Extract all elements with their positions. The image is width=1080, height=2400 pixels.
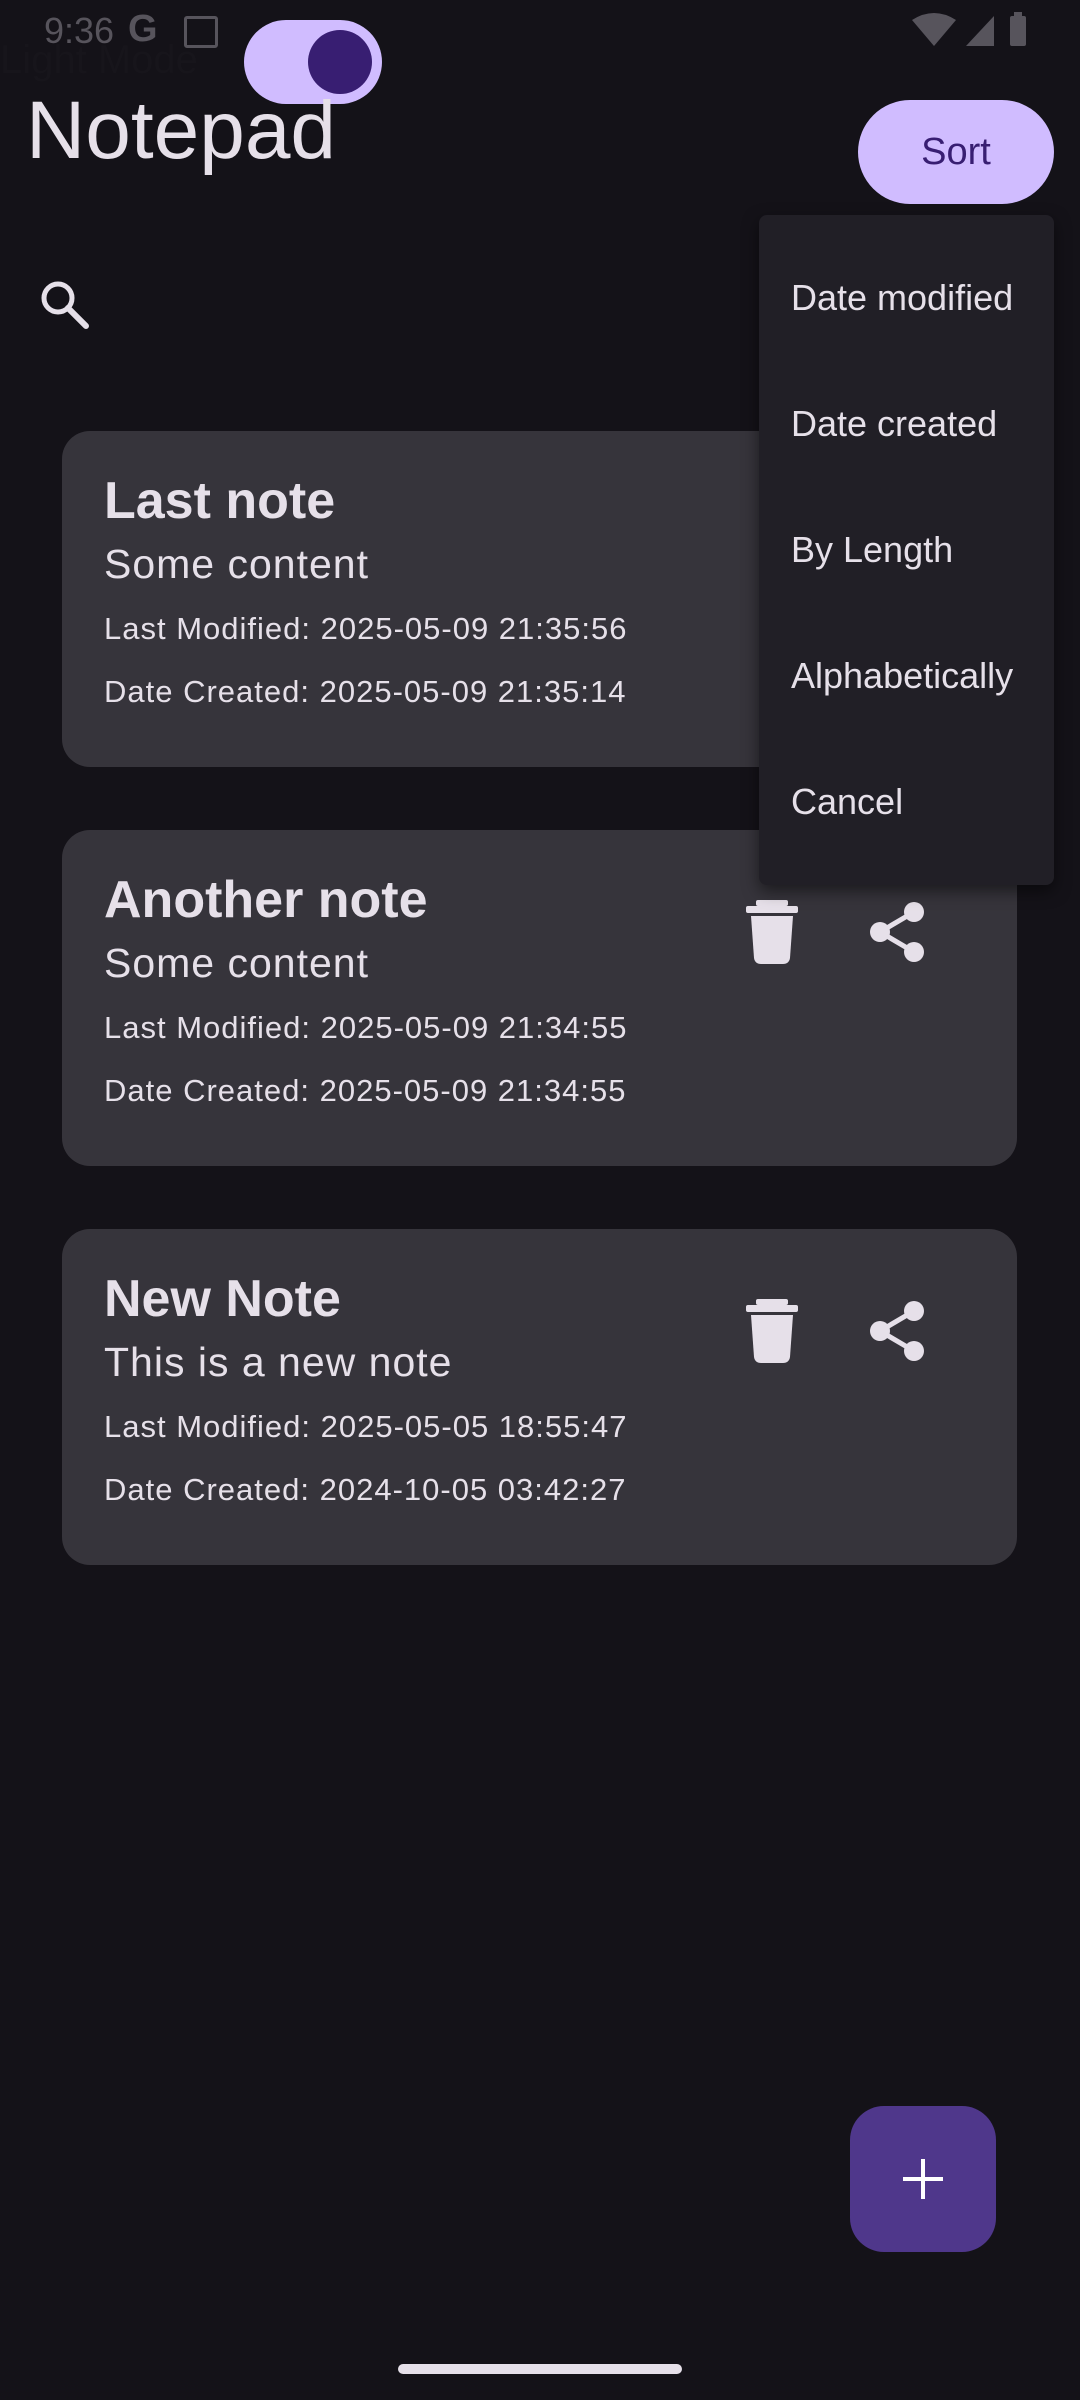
note-last-modified: Last Modified: 2025-05-05 18:55:47	[104, 1409, 628, 1444]
menu-item-alphabetically[interactable]: Alphabetically	[791, 655, 1013, 697]
note-last-modified: Last Modified: 2025-05-09 21:35:56	[104, 611, 628, 646]
note-date-created: Date Created: 2025-05-09 21:34:55	[104, 1073, 627, 1108]
status-icons	[910, 12, 1040, 57]
note-last-modified: Last Modified: 2025-05-09 21:34:55	[104, 1010, 628, 1045]
share-icon[interactable]	[868, 1301, 926, 1361]
menu-item-by-length[interactable]: By Length	[791, 529, 953, 571]
share-icon[interactable]	[868, 902, 926, 962]
trash-icon[interactable]	[744, 900, 800, 964]
menu-item-date-modified[interactable]: Date modified	[791, 277, 1013, 319]
note-title: Another note	[104, 871, 428, 929]
sort-button[interactable]: Sort	[858, 100, 1054, 204]
note-title: New Note	[104, 1270, 341, 1328]
note-content: This is a new note	[104, 1339, 453, 1385]
menu-item-date-created[interactable]: Date created	[791, 403, 997, 445]
note-date-created: Date Created: 2024-10-05 03:42:27	[104, 1472, 627, 1507]
sort-menu: Date modified Date created By Length Alp…	[759, 215, 1054, 885]
battery-icon	[1010, 16, 1026, 46]
note-card[interactable]: New Note This is a new note Last Modifie…	[62, 1229, 1017, 1565]
light-mode-label: Light Mode	[0, 38, 198, 82]
add-note-button[interactable]	[850, 2106, 996, 2252]
signal-icon	[966, 16, 994, 46]
trash-icon[interactable]	[744, 1299, 800, 1363]
note-title: Last note	[104, 472, 336, 530]
search-icon[interactable]	[36, 276, 92, 332]
wifi-icon	[912, 13, 956, 46]
app-title: Notepad	[26, 85, 337, 176]
menu-item-cancel[interactable]: Cancel	[791, 781, 903, 823]
note-content: Some content	[104, 940, 369, 986]
note-date-created: Date Created: 2025-05-09 21:35:14	[104, 674, 627, 709]
plus-icon	[903, 2159, 943, 2199]
home-indicator[interactable]	[398, 2364, 682, 2374]
note-content: Some content	[104, 541, 369, 587]
screen: 9:36 G Light Mode Notepad Sort Last note…	[0, 0, 1080, 2400]
